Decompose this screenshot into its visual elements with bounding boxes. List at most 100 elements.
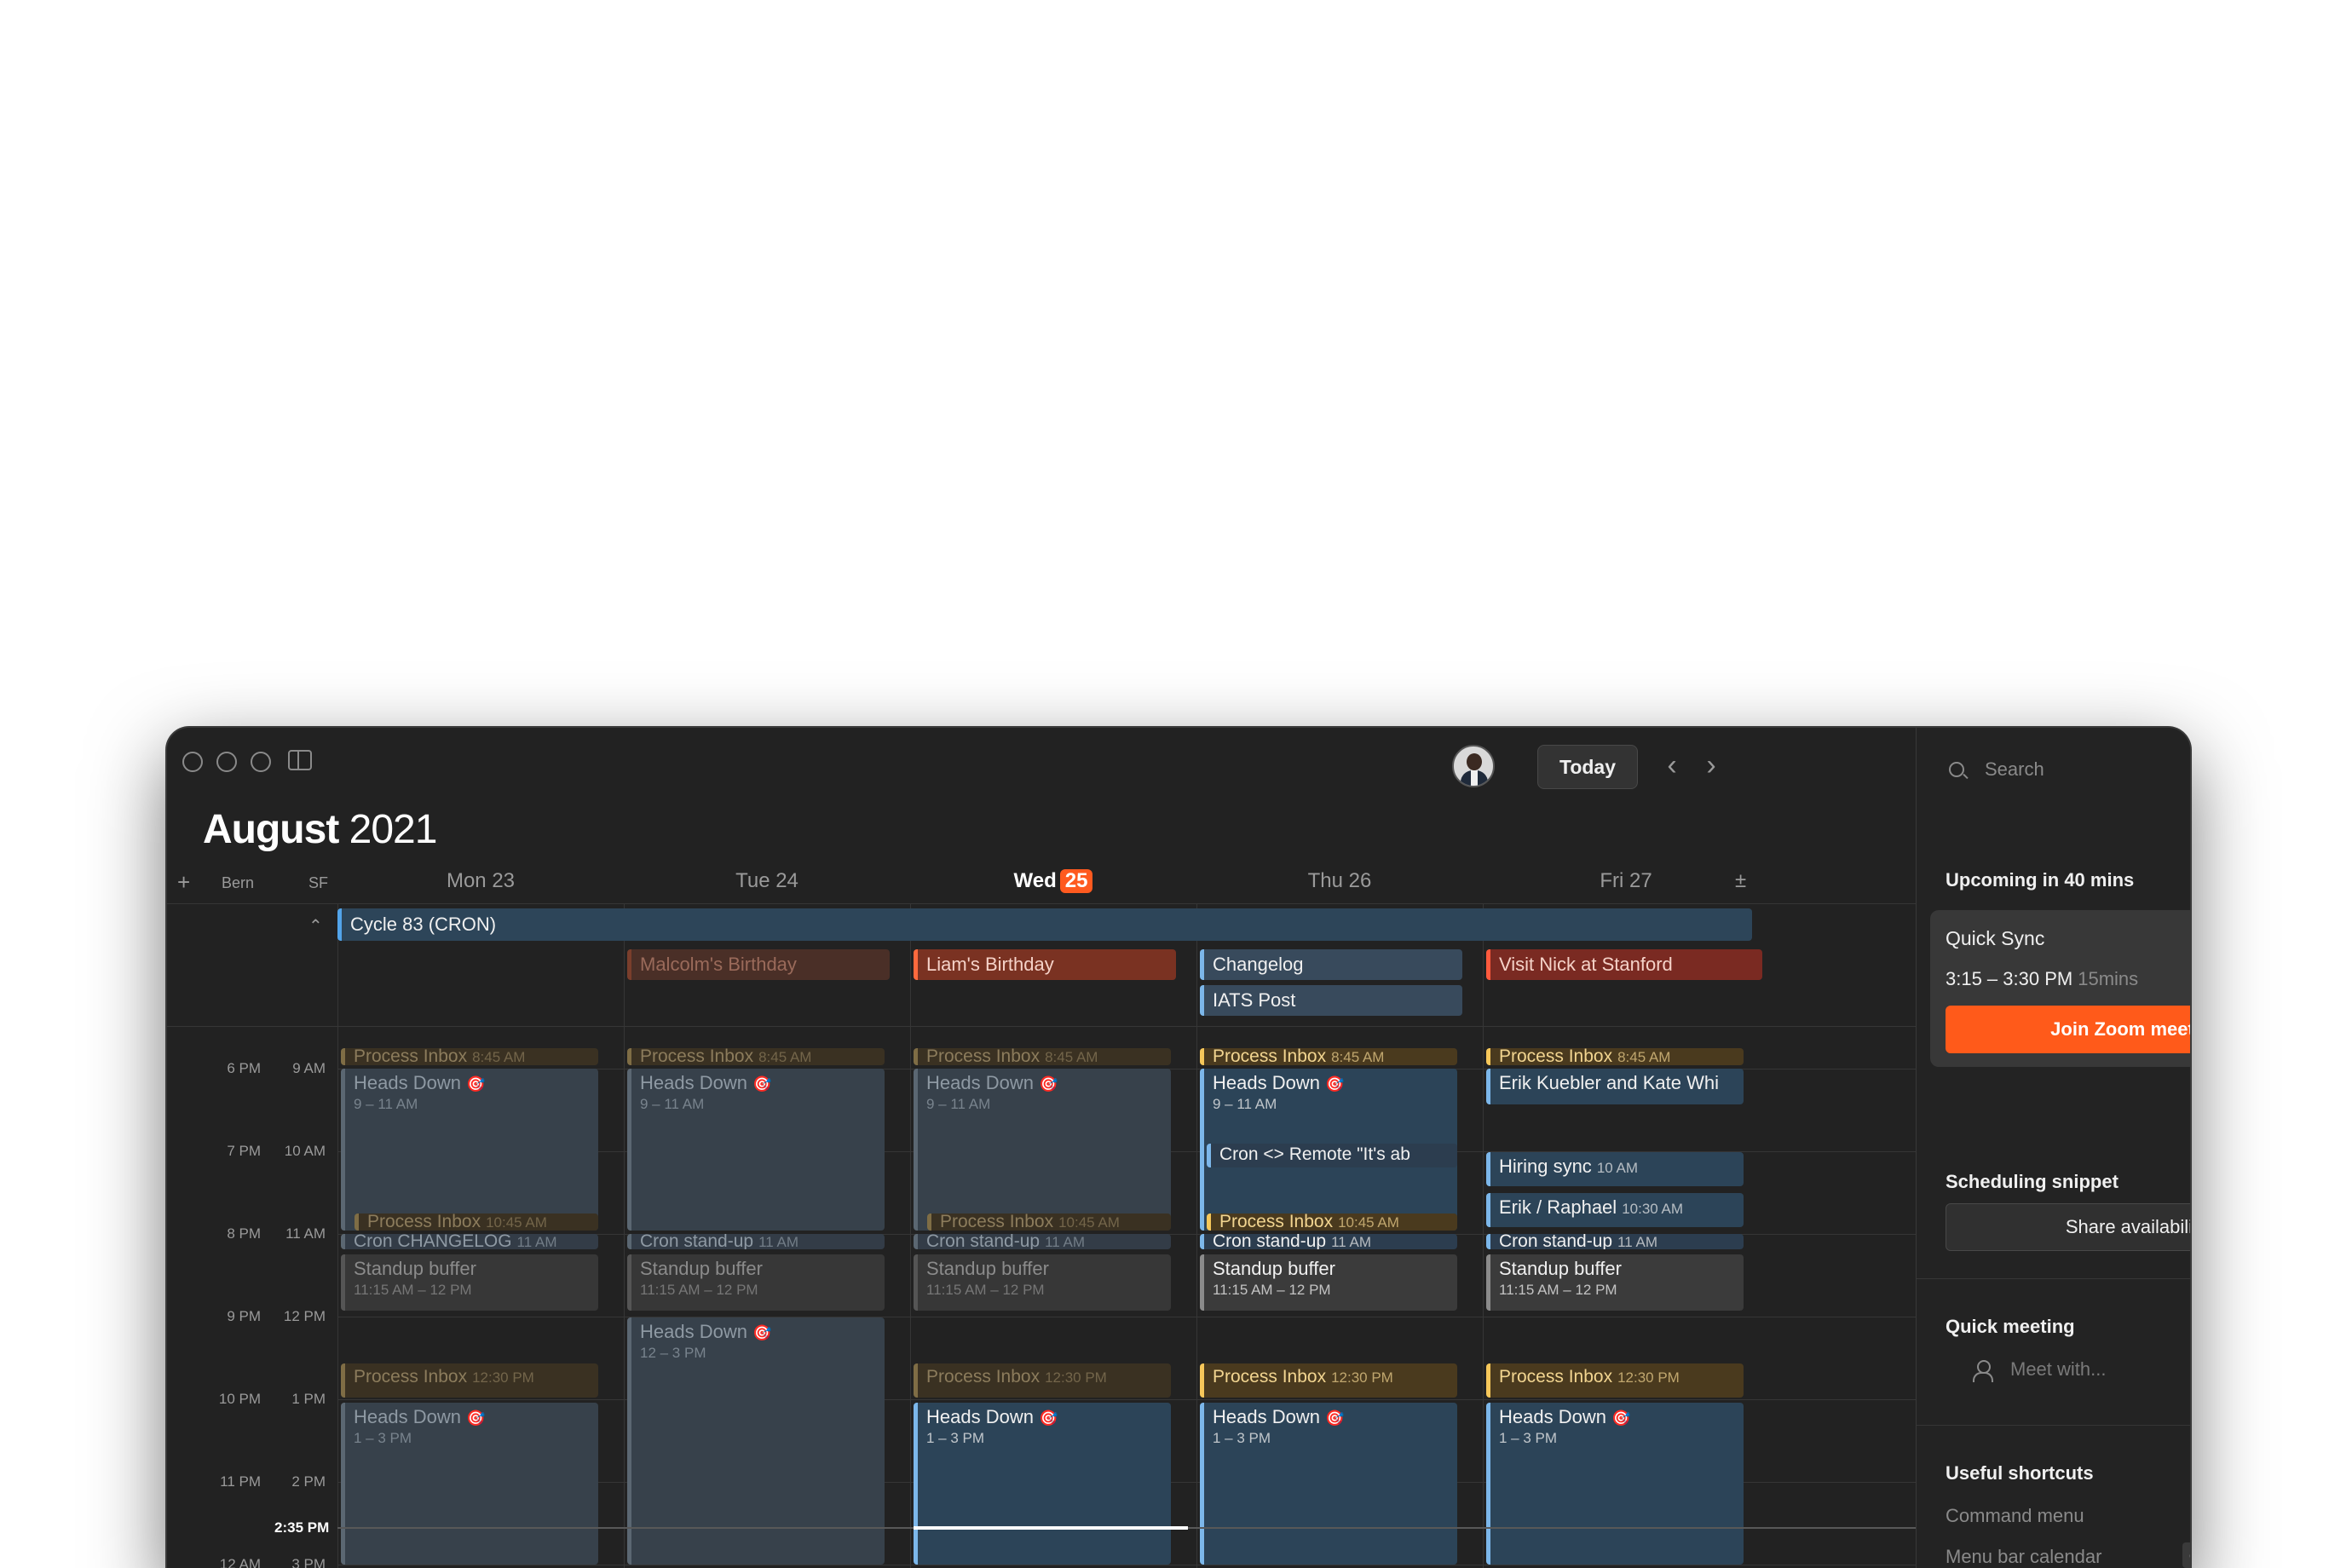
day-header-wed-label: Wed	[1013, 869, 1057, 892]
today-button[interactable]: Today	[1537, 745, 1638, 789]
event-process-inbox[interactable]: Process Inbox 10:45 AM	[927, 1213, 1171, 1231]
current-time-label: 2:35 PM	[274, 1519, 330, 1536]
time-label-sf: 3 PM	[291, 1556, 326, 1568]
time-label-bern: 12 AM	[219, 1556, 261, 1568]
close-window-button[interactable]	[182, 752, 203, 772]
target-icon: 🎯	[1324, 1075, 1345, 1092]
target-icon: 🎯	[1038, 1075, 1058, 1092]
share-availability-button[interactable]: Share availability S	[1946, 1203, 2190, 1251]
event-hiring-sync[interactable]: Hiring sync 10 AM	[1486, 1152, 1744, 1186]
upcoming-event-time: 3:15 – 3:30 PM 15mins	[1946, 968, 2139, 989]
allday-event-malcolm-birthday[interactable]: Malcolm's Birthday	[627, 949, 890, 980]
shortcut-menu-bar-calendar: Menu bar calendar	[1946, 1546, 2102, 1567]
event-heads-down[interactable]: Heads Down 🎯 1 – 3 PM	[914, 1403, 1171, 1565]
target-icon: 🎯	[1324, 1409, 1345, 1427]
event-standup-buffer[interactable]: Standup buffer 11:15 AM – 12 PM	[1486, 1254, 1744, 1311]
event-process-inbox[interactable]: Process Inbox 8:45 AM	[1200, 1048, 1457, 1065]
event-process-inbox[interactable]: Process Inbox 8:45 AM	[1486, 1048, 1744, 1065]
person-icon	[1973, 1360, 1993, 1382]
titlebar: Today ‹ ›	[167, 728, 1916, 796]
event-process-inbox[interactable]: Process Inbox 8:45 AM	[914, 1048, 1171, 1065]
event-erik-kate[interactable]: Erik Kuebler and Kate Whi	[1486, 1069, 1744, 1104]
event-standup-buffer[interactable]: Standup buffer 11:15 AM – 12 PM	[914, 1254, 1171, 1311]
event-process-inbox[interactable]: Process Inbox 12:30 PM	[1486, 1363, 1744, 1398]
collapse-allday-icon[interactable]: ⌃	[308, 915, 323, 937]
join-zoom-button[interactable]: Join Zoom meeting V	[1946, 1006, 2190, 1053]
event-heads-down[interactable]: Heads Down 🎯 1 – 3 PM	[1200, 1403, 1457, 1565]
grid-line	[337, 903, 338, 1568]
event-cron-standup[interactable]: Cron stand-up 11 AM	[627, 1234, 885, 1249]
event-cron-changelog[interactable]: Cron CHANGELOG 11 AM	[341, 1234, 598, 1249]
grid-line	[624, 903, 625, 1568]
event-process-inbox[interactable]: Process Inbox 12:30 PM	[1200, 1363, 1457, 1398]
target-icon: 🎯	[1038, 1409, 1058, 1427]
search-input[interactable]: Search	[1985, 758, 2044, 781]
target-icon: 🎯	[1611, 1409, 1631, 1427]
today-badge: 25	[1059, 869, 1093, 893]
month-label: August	[203, 807, 339, 852]
grid-line	[910, 903, 911, 1568]
event-standup-buffer[interactable]: Standup buffer 11:15 AM – 12 PM	[627, 1254, 885, 1311]
upcoming-event-card[interactable]: Quick Sync 3:15 – 3:30 PM 15mins Join Zoo…	[1930, 910, 2190, 1067]
event-process-inbox[interactable]: Process Inbox 10:45 AM	[1207, 1213, 1457, 1231]
upcoming-event-title: Quick Sync	[1946, 927, 2045, 949]
current-time-line-today	[914, 1526, 1188, 1530]
event-heads-down[interactable]: Heads Down 🎯 9 – 11 AM	[627, 1069, 885, 1231]
shortcut-keys: option ⌘ K	[2182, 1542, 2190, 1568]
expand-days-icon[interactable]: ±	[1735, 869, 1746, 893]
event-heads-down[interactable]: Heads Down 🎯 1 – 3 PM	[1486, 1403, 1744, 1565]
time-label-sf: 11 AM	[285, 1225, 326, 1242]
event-process-inbox[interactable]: Process Inbox 8:45 AM	[341, 1048, 598, 1065]
day-header-fri[interactable]: Fri 27	[1483, 869, 1769, 900]
event-erik-raphael[interactable]: Erik / Raphael 10:30 AM	[1486, 1193, 1744, 1227]
next-week-icon[interactable]: ›	[1694, 745, 1728, 787]
add-timezone-icon[interactable]: +	[177, 869, 190, 896]
divider	[1917, 1425, 2190, 1426]
upcoming-heading: Upcoming in 40 mins	[1946, 869, 2135, 891]
target-icon: 🎯	[465, 1409, 486, 1427]
timezone-bern-label: Bern	[222, 874, 255, 891]
event-heads-down[interactable]: Heads Down 🎯 9 – 11 AM	[914, 1069, 1171, 1231]
event-standup-buffer[interactable]: Standup buffer 11:15 AM – 12 PM	[1200, 1254, 1457, 1311]
target-icon: 🎯	[752, 1324, 772, 1341]
search-icon[interactable]	[1949, 762, 1964, 777]
event-standup-buffer[interactable]: Standup buffer 11:15 AM – 12 PM	[341, 1254, 598, 1311]
minimize-window-button[interactable]	[216, 752, 237, 772]
event-cron-standup[interactable]: Cron stand-up 11 AM	[1486, 1234, 1744, 1249]
event-cron-standup[interactable]: Cron stand-up 11 AM	[914, 1234, 1171, 1249]
time-label-sf: 10 AM	[284, 1143, 326, 1159]
allday-event-changelog[interactable]: Changelog	[1200, 949, 1462, 980]
avatar[interactable]	[1452, 745, 1495, 787]
day-header-tue[interactable]: Tue 24	[624, 869, 910, 900]
target-icon: 🎯	[752, 1075, 772, 1092]
useful-shortcuts-heading: Useful shortcuts	[1946, 1462, 2094, 1484]
maximize-window-button[interactable]	[251, 752, 271, 772]
meet-with-input[interactable]: Meet with...	[2010, 1358, 2106, 1381]
event-cron-remote[interactable]: Cron <> Remote "It's ab	[1207, 1144, 1457, 1167]
time-label-bern: 11 PM	[220, 1473, 261, 1490]
time-label-sf: 12 PM	[283, 1308, 326, 1324]
day-header-wed[interactable]: Wed 25	[910, 869, 1196, 900]
time-label-bern: 10 PM	[218, 1391, 261, 1407]
previous-week-icon[interactable]: ‹	[1655, 745, 1689, 787]
allday-event-iats-post[interactable]: IATS Post	[1200, 985, 1462, 1016]
day-header-thu[interactable]: Thu 26	[1196, 869, 1483, 900]
event-cron-standup[interactable]: Cron stand-up 11 AM	[1200, 1234, 1457, 1249]
event-process-inbox[interactable]: Process Inbox 12:30 PM	[914, 1363, 1171, 1398]
event-process-inbox[interactable]: Process Inbox 12:30 PM	[341, 1363, 598, 1398]
event-process-inbox[interactable]: Process Inbox 10:45 AM	[355, 1213, 598, 1231]
time-label-sf: 2 PM	[291, 1473, 326, 1490]
allday-event-visit-nick[interactable]: Visit Nick at Stanford	[1486, 949, 1762, 980]
event-heads-down[interactable]: Heads Down 🎯 9 – 11 AM	[341, 1069, 598, 1231]
allday-event-cycle[interactable]: Cycle 83 (CRON)	[337, 908, 1752, 941]
allday-event-liam-birthday[interactable]: Liam's Birthday	[914, 949, 1176, 980]
scheduling-snippet-heading: Scheduling snippet	[1946, 1171, 2119, 1192]
page-title: August 2021	[203, 806, 437, 853]
divider	[1917, 1278, 2190, 1279]
time-label-bern: 8 PM	[227, 1225, 261, 1242]
sidebar-toggle-icon[interactable]	[288, 750, 312, 770]
day-header-mon[interactable]: Mon 23	[337, 869, 624, 900]
time-label-sf: 1 PM	[291, 1391, 326, 1407]
event-process-inbox[interactable]: Process Inbox 8:45 AM	[627, 1048, 885, 1065]
event-heads-down[interactable]: Heads Down 🎯 1 – 3 PM	[341, 1403, 598, 1565]
